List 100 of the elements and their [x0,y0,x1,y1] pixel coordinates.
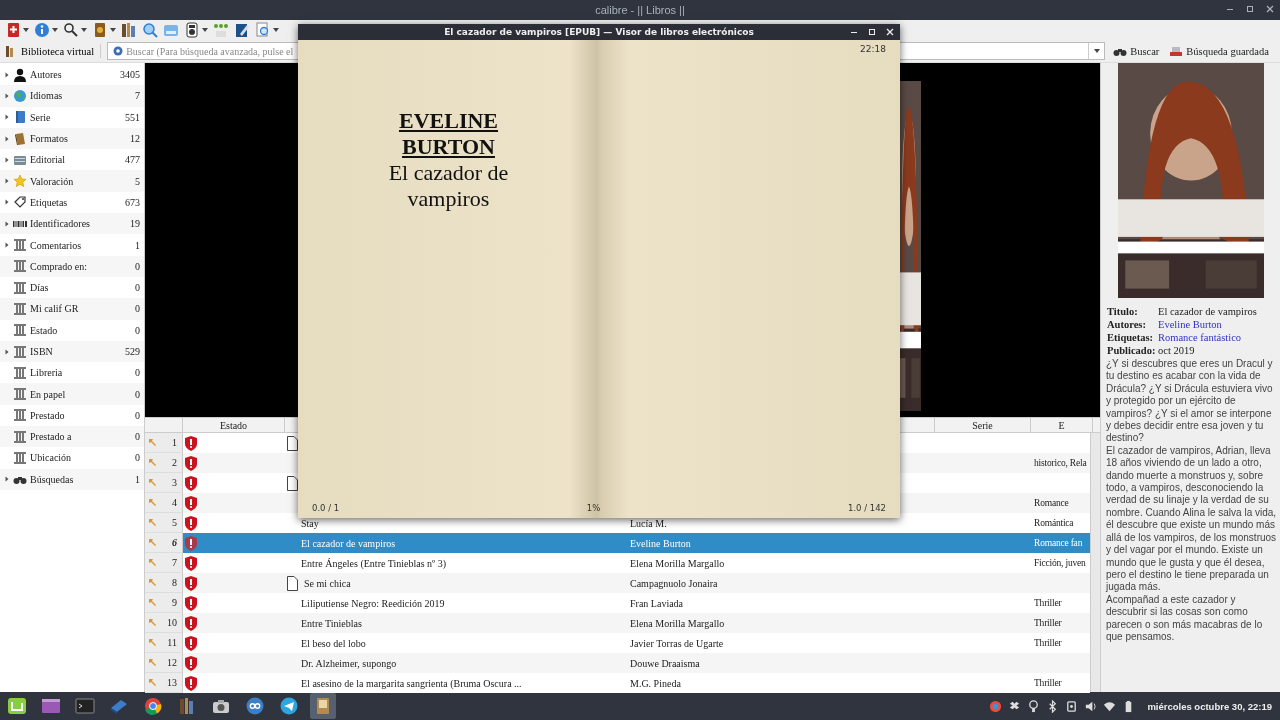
dots-icon[interactable] [213,22,229,38]
table-row[interactable]: 9 Liliputiense Negro: Reedición 2019 Fran Laviada Thriller [145,593,1090,613]
virtual-library-button[interactable]: Biblioteca virtual [4,44,102,58]
caret-icon[interactable] [273,28,279,32]
column-header[interactable]: E [1058,419,1065,431]
progress-percent: 1% [586,503,601,513]
document-search-icon[interactable] [255,22,271,38]
table-row[interactable]: 10 Entre Tinieblas Elena Morilla Margallo Thriller [145,613,1090,633]
expand-arrow-icon[interactable] [4,156,10,163]
pillar-icon [13,365,27,380]
category-item[interactable]: ISBN 529 [0,340,144,363]
expand-arrow-icon[interactable] [4,92,10,99]
saved-search-button[interactable]: Búsqueda guardada [1167,44,1271,58]
add-book-icon[interactable] [5,22,21,38]
caret-icon[interactable] [81,28,87,32]
search-icon[interactable] [142,22,158,38]
expand-arrow-icon[interactable] [4,242,10,248]
category-item[interactable]: Estado 0 [0,319,144,341]
pillar-icon [13,280,27,295]
clock[interactable]: miércoles octubre 30, 22:19 [1147,700,1272,712]
pillar-icon [13,259,27,274]
pin-icon [148,618,157,627]
category-item[interactable]: Formatos 12 [0,127,144,150]
pin-icon [148,598,157,607]
category-item[interactable]: Etiquetas 673 [0,191,144,214]
pin-icon [148,638,157,647]
table-row[interactable]: 13 El asesino de la margarita sangrienta (Bruma Oscura ... M.G. Pineda Thriller [145,673,1090,693]
search-button[interactable]: Buscar [1111,44,1162,58]
table-cell: Liliputiense Negro: Reedición 2019 [301,597,445,609]
books-icon[interactable] [121,22,137,38]
column-header[interactable]: Serie [972,419,993,431]
table-row[interactable]: 7 Entre Ángeles (Entre Tinieblas nº 3) Elena Morilla Margallo Ficción, juven [145,553,1090,573]
category-item[interactable]: En papel 0 [0,383,144,405]
expand-arrow-icon[interactable] [4,220,10,227]
close-icon[interactable] [1266,5,1274,13]
table-cell: Javier Torras de Ugarte [630,637,724,649]
expand-arrow-icon[interactable] [4,199,10,206]
category-item[interactable]: Serie 551 [0,106,144,128]
category-item[interactable]: Comentarios 1 [0,234,144,256]
table-row[interactable]: 12 Dr. Alzheimer, supongo Douwe Draaisma [145,653,1090,673]
viewer-title: El cazador de vampiros [EPUB] — Visor de libros electrónicos [444,27,754,37]
page-counter: 1.0 / 142 [848,503,886,513]
expand-arrow-icon[interactable] [4,135,10,142]
expand-arrow-icon[interactable] [4,71,10,78]
shield-icon [185,555,197,571]
pin-icon [148,558,157,567]
table-cell: El cazador de vampiros [301,537,396,549]
bulb-icon[interactable] [1027,699,1041,713]
magnifier-icon[interactable] [63,22,79,38]
table-cell: Elena Morilla Margallo [630,617,725,629]
table-cell: Thriller [1034,598,1062,608]
caret-icon[interactable] [110,28,116,32]
shield-icon [185,635,197,651]
table-row[interactable]: 11 El beso del lobo Javier Torras de Ugarte Thriller [145,633,1090,653]
expand-arrow-icon[interactable] [4,114,10,121]
category-item[interactable]: Identificadores 19 [0,213,144,235]
field-value: oct 2019 [1158,345,1196,356]
update-icon[interactable] [989,699,1003,713]
column-header[interactable]: Estado [219,419,248,431]
selected-row[interactable]: 6 El cazador de vampiros Eveline Burton Romance fan [145,533,1090,553]
caret-icon[interactable] [52,28,58,32]
category-item[interactable]: Idiomas 7 [0,85,144,107]
info-icon[interactable] [34,22,50,38]
category-item[interactable]: Días 0 [0,276,144,299]
volume-icon[interactable] [1084,699,1098,713]
expand-arrow-icon[interactable] [4,476,10,483]
media-player-icon[interactable] [184,22,200,38]
field-link[interactable]: Romance fantástico [1158,332,1276,343]
category-item[interactable]: Autores 3405 [0,64,144,86]
category-item[interactable]: Valoración 5 [0,170,144,192]
row-number: 4 [172,497,177,508]
book-edit-icon[interactable] [234,22,250,38]
expand-arrow-icon[interactable] [4,348,10,355]
category-item[interactable]: Búsquedas 1 [0,468,144,490]
category-item[interactable]: Libreria 0 [0,362,144,384]
table-cell: El beso del lobo [301,637,366,649]
category-item[interactable]: Ubicación 0 [0,447,144,469]
scrollbar[interactable] [1090,433,1100,692]
field-link[interactable]: Eveline Burton [1158,319,1276,330]
pillar-icon [13,238,27,252]
shield-icon [185,515,197,531]
caret-icon[interactable] [23,28,29,32]
book-icon[interactable] [92,22,108,38]
table-cell: Entre Ángeles (Entre Tinieblas nº 3) [301,557,447,569]
category-item[interactable]: Comprado en: 0 [0,255,144,277]
category-item[interactable]: Editorial 477 [0,149,144,171]
wifi-icon[interactable] [1103,699,1117,713]
caret-icon[interactable] [1093,49,1100,53]
category-item[interactable]: Prestado 0 [0,404,144,427]
device-icon[interactable] [1065,699,1079,713]
table-cell: Romance [1034,498,1069,508]
table-row[interactable]: 8 Se mi chica Campagnuolo Jonaira [145,573,1090,593]
star-icon [13,174,27,189]
maximize-icon[interactable] [1246,5,1254,13]
expand-arrow-icon[interactable] [4,178,10,185]
caret-icon[interactable] [202,28,208,32]
category-item[interactable]: Mi calif GR 0 [0,298,144,320]
table-cell: Douwe Draaisma [630,657,700,669]
category-item[interactable]: Prestado a 0 [0,426,144,448]
tag-icon [13,195,27,210]
